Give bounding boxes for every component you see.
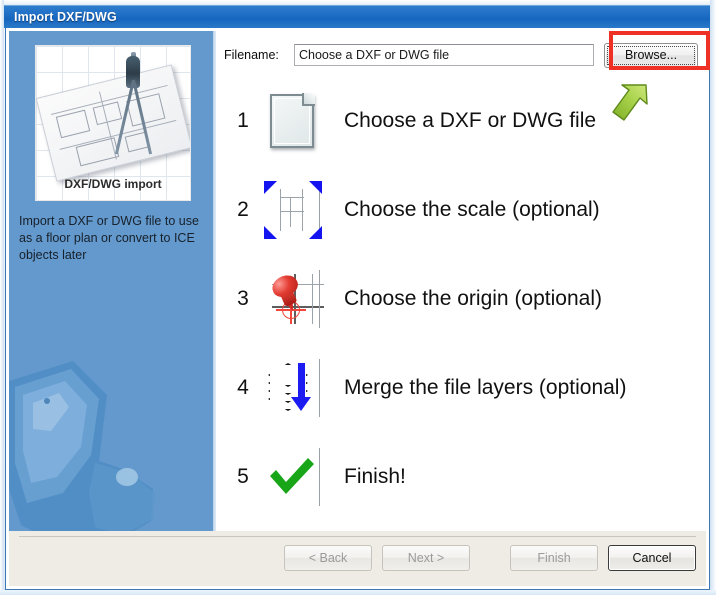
browse-button[interactable]: Browse... (604, 42, 698, 68)
side-panel-description: Import a DXF or DWG file to use as a flo… (19, 214, 199, 262)
back-button[interactable]: < Back (284, 545, 372, 571)
wizard-step-5: 5 Finish! (224, 433, 700, 521)
cancel-button[interactable]: Cancel (608, 545, 696, 571)
green-checkmark-icon (262, 446, 324, 508)
pushpin-origin-icon (262, 268, 324, 330)
step-number: 1 (237, 109, 249, 132)
step-number: 4 (237, 376, 249, 399)
title-bar: Import DXF/DWG (4, 5, 710, 28)
step-number: 2 (237, 198, 249, 221)
footer-separator (19, 536, 696, 537)
merge-layers-icon (262, 357, 324, 419)
step-label: Choose a DXF or DWG file (344, 109, 597, 132)
step-label: Finish! (344, 465, 406, 488)
window-frame-right (710, 0, 716, 595)
annotation-arrow-icon (612, 84, 648, 121)
wizard-step-4: 4 Merge the file layers (optional) (224, 344, 700, 432)
filename-label: Filename: (224, 48, 279, 62)
step-label: Choose the origin (optional) (344, 287, 602, 310)
window-title: Import DXF/DWG (14, 10, 117, 24)
document-icon (262, 90, 324, 152)
filename-input[interactable] (294, 44, 594, 66)
step-label: Choose the scale (optional) (344, 198, 600, 221)
side-panel: DXF/DWG import Import a DXF or DWG file … (9, 31, 213, 561)
next-button[interactable]: Next > (382, 545, 470, 571)
dxf-dwg-import-thumbnail: DXF/DWG import (35, 45, 191, 201)
window-frame-left (0, 0, 4, 595)
wizard-navigation-buttons: < Back Next > Finish Cancel (284, 545, 696, 571)
thumbnail-caption: DXF/DWG import (64, 177, 162, 191)
drafting-compass-icon (110, 52, 158, 164)
window-frame-bottom (0, 590, 716, 595)
scale-resize-icon (262, 179, 324, 241)
dialog-footer: < Back Next > Finish Cancel (9, 531, 706, 586)
filename-row: Filename: Browse... (224, 42, 698, 68)
import-dxf-dwg-dialog: Import DXF/DWG DXF/DWG import Import a D… (0, 0, 716, 595)
wizard-step-2: 2 Choose the scale (optional) (224, 166, 700, 254)
step-number: 5 (237, 465, 249, 488)
wizard-step-3: 3 Choose the origin (optional) (224, 255, 700, 343)
finish-button[interactable]: Finish (510, 545, 598, 571)
step-label: Merge the file layers (optional) (344, 376, 627, 399)
melting-ice-cube-icon (9, 361, 155, 545)
browse-button-wrapper: Browse... (604, 42, 698, 68)
button-spacer (480, 545, 500, 571)
dialog-client-area: DXF/DWG import Import a DXF or DWG file … (5, 28, 710, 590)
step-number: 3 (237, 287, 249, 310)
wizard-steps-list: 1 Choose a DXF or DWG file 2 Choose the … (224, 77, 700, 559)
